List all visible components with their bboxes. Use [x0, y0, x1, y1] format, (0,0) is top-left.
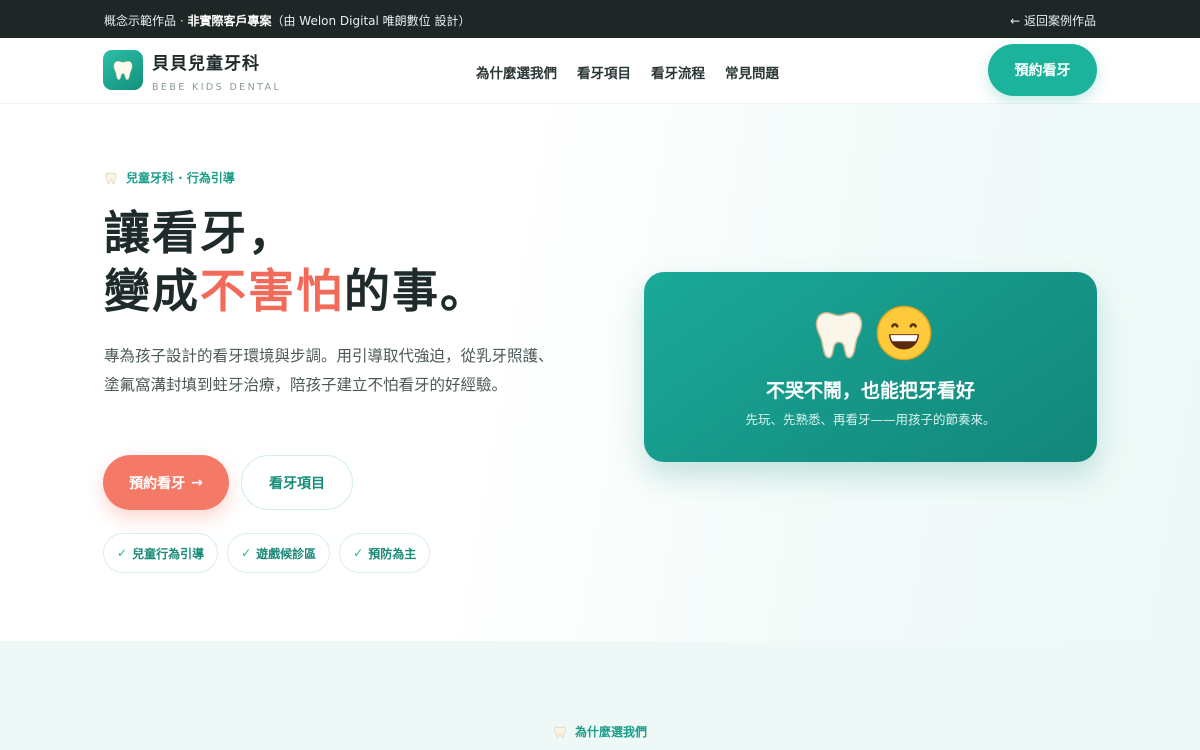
- card-illustration: [644, 304, 1097, 364]
- nav-link-services[interactable]: 看牙項目: [577, 62, 631, 82]
- hero-eyebrow-label: 兒童牙科 · 行為引導: [126, 171, 235, 185]
- demo-notice-prefix: 概念示範作品 ·: [104, 14, 188, 28]
- back-link-label: 返回案例作品: [1023, 14, 1096, 28]
- nav-link-faq[interactable]: 常見問題: [725, 62, 779, 82]
- check-icon: ✓: [353, 546, 364, 560]
- headline-accent: 不害怕: [200, 264, 344, 318]
- hero-section: 兒童牙科 · 行為引導 讓看牙， 變成不害怕的事。 專為孩子設計的看牙環境與步調…: [0, 104, 1200, 641]
- feature-chip: ✓ 遊戲候診區: [227, 533, 331, 573]
- nav-link-process[interactable]: 看牙流程: [651, 62, 705, 82]
- hero-services-button[interactable]: 看牙項目: [241, 455, 353, 510]
- grinning-face-icon: [876, 305, 931, 361]
- why-us-eyebrow-label: 為什麼選我們: [574, 725, 647, 739]
- tooth-icon: [113, 61, 133, 80]
- why-us-section: 為什麼選我們: [0, 641, 1200, 750]
- feature-chips: ✓ 兒童行為引導 ✓ 遊戲候診區 ✓ 預防為主: [103, 533, 431, 573]
- tooth-icon: [554, 726, 566, 738]
- demo-notice-suffix: （由 Welon Digital 唯朗數位 設計）: [271, 14, 471, 28]
- book-appointment-button[interactable]: 預約看牙: [988, 44, 1097, 96]
- brand-subtitle: BEBE KIDS DENTAL: [152, 82, 282, 93]
- brand-name: 貝貝兒童牙科: [152, 54, 260, 74]
- hero-headline: 讓看牙， 變成不害怕的事。: [104, 204, 488, 320]
- tooth-icon: [105, 172, 117, 184]
- main-navigation: 貝貝兒童牙科 BEBE KIDS DENTAL 為什麼選我們 看牙項目 看牙流程…: [0, 38, 1200, 104]
- tooth-icon: [815, 311, 862, 359]
- demo-notice-bold: 非實際客戶專案: [187, 14, 272, 28]
- hero-description: 專為孩子設計的看牙環境與步調。用引導取代強迫，從乳牙照護、塗氟窩溝封填到蛀牙治療…: [104, 347, 554, 394]
- check-icon: ✓: [117, 546, 128, 560]
- nav-links: 為什麼選我們 看牙項目 看牙流程 常見問題: [476, 62, 779, 82]
- headline-line-1: 讓看牙，: [104, 206, 296, 260]
- card-title: 不哭不鬧，也能把牙看好: [765, 380, 975, 402]
- back-arrow-icon: ←: [1010, 14, 1021, 28]
- headline-pre: 變成: [104, 264, 200, 318]
- feature-chip: ✓ 預防為主: [339, 533, 431, 573]
- top-announcement-bar: 概念示範作品 · 非實際客戶專案（由 Welon Digital 唯朗數位 設計…: [0, 0, 1200, 38]
- arrow-right-icon: →: [191, 474, 203, 491]
- why-us-eyebrow: 為什麼選我們: [0, 723, 1200, 740]
- logo[interactable]: [103, 50, 143, 90]
- check-icon: ✓: [241, 546, 252, 560]
- hero-eyebrow: 兒童牙科 · 行為引導: [104, 169, 235, 186]
- demo-notice: 概念示範作品 · 非實際客戶專案（由 Welon Digital 唯朗數位 設計…: [104, 12, 470, 29]
- hero-feature-card: 不哭不鬧，也能把牙看好 先玩、先熟悉、再看牙——用孩子的節奏來。: [644, 272, 1097, 462]
- nav-link-why-us[interactable]: 為什麼選我們: [476, 62, 557, 82]
- feature-chip-label: 遊戲候診區: [256, 546, 317, 561]
- feature-chip-label: 預防為主: [368, 546, 417, 561]
- back-to-portfolio-link[interactable]: ← 返回案例作品: [1010, 12, 1096, 29]
- feature-chip: ✓ 兒童行為引導: [103, 533, 219, 573]
- hero-book-label: 預約看牙: [129, 475, 186, 492]
- card-subtitle: 先玩、先熟悉、再看牙——用孩子的節奏來。: [745, 412, 996, 427]
- feature-chip-label: 兒童行為引導: [132, 546, 205, 561]
- headline-post: 的事。: [344, 264, 488, 318]
- hero-book-appointment-button[interactable]: 預約看牙 →: [103, 455, 229, 510]
